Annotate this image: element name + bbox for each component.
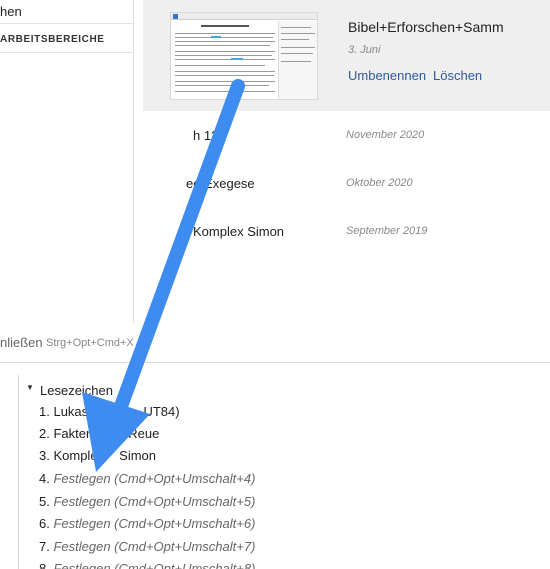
thumbnail-heading [201, 25, 249, 27]
workspace-name: h 12 [193, 128, 219, 143]
thumbnail-text-line [175, 91, 275, 92]
thumbnail-side-line [281, 47, 315, 48]
workspace-name: Komplex Simon [193, 224, 285, 239]
thumbnail-highlight [211, 36, 221, 38]
workspace-date: Oktober 2020 [346, 177, 413, 189]
bookmark-number: 4. [39, 471, 54, 486]
workspace-item[interactable]: eo Exegese Oktober 2020 [143, 176, 550, 224]
bookmark-item[interactable]: 6. Festlegen (Cmd+Opt+Umschalt+6) [39, 516, 255, 536]
thumbnail-text-line [175, 55, 272, 56]
bookmark-item[interactable]: 5. Festlegen (Cmd+Opt+Umschalt+5) [39, 494, 255, 514]
thumbnail-text-line [175, 37, 273, 38]
bookmarks-title: Lesezeichen [40, 383, 113, 398]
thumbnail-toolbar [171, 13, 317, 20]
thumbnail-text-line [175, 65, 265, 66]
bookmark-number: 3. [39, 448, 54, 463]
thumbnail-text-line [175, 75, 274, 76]
workspace-date: 3. Juni [348, 44, 381, 56]
workspace-list: Bibel+Erforschen+Samm 3. Juni Umbenennen… [143, 0, 550, 265]
bookmark-number: 5. [39, 494, 54, 509]
thumbnail-text-line [175, 71, 275, 72]
workspace-name: eo Exegese [186, 176, 255, 191]
app-logo-icon [173, 14, 178, 19]
workspace-item-selected[interactable]: Bibel+Erforschen+Samm 3. Juni Umbenennen… [143, 0, 550, 111]
bookmark-number: 6. [39, 516, 54, 531]
thumbnail-text-line [175, 81, 275, 82]
bookmark-number: 2. [39, 426, 54, 441]
delete-link[interactable]: Löschen [433, 68, 482, 83]
bookmark-text: Lukas 22, [53, 404, 110, 419]
bookmark-text: Komple [53, 448, 98, 463]
bookmark-text-suffix: | Reue [121, 426, 160, 441]
thumbnail-side-line [281, 53, 313, 54]
workspace-date: November 2020 [346, 129, 425, 141]
disclosure-triangle-icon[interactable]: ▼ [26, 383, 34, 392]
thumbnail-text-line [175, 85, 269, 86]
bookmark-number: 8. [39, 561, 54, 569]
bookmark-text-suffix: Simon [119, 448, 157, 463]
bookmark-text: Festlegen (Cmd+Opt+Umschalt+7) [53, 539, 256, 554]
bookmark-text: Festlegen (Cmd+Opt+Umschalt+8) [53, 561, 256, 569]
bookmark-item[interactable]: 3. Komple Simon [39, 448, 156, 468]
divider [0, 52, 133, 53]
sidebar-section-heading: ARBEITSBEREICHE [0, 34, 105, 45]
sidebar-row-label: hen [0, 4, 22, 19]
shortcut-keys: Strg+Opt+Cmd+X [46, 337, 134, 349]
thumbnail-highlight [231, 58, 243, 60]
thumbnail-text-line [175, 45, 270, 46]
workspace-item[interactable]: Komplex Simon September 2019 [143, 224, 550, 272]
bookmark-item[interactable]: 8. Festlegen (Cmd+Opt+Umschalt+8) [39, 561, 255, 569]
bookmark-item[interactable]: 2. Faktenbu | Reue [39, 426, 159, 446]
close-label: nließen [0, 335, 43, 350]
thumbnail-side-line [281, 61, 311, 62]
bookmark-item[interactable]: 7. Festlegen (Cmd+Opt+Umschalt+7) [39, 539, 255, 559]
bookmark-text-suffix: UT84) [143, 404, 180, 419]
bookmark-number: 7. [39, 539, 54, 554]
workspace-thumbnail[interactable] [170, 12, 318, 100]
panel-gutter [18, 375, 19, 569]
thumbnail-side-line [281, 27, 311, 28]
workspace-title: Bibel+Erforschen+Samm [348, 19, 504, 35]
sidebar-row[interactable]: hen [0, 0, 133, 24]
thumbnail-text-line [175, 51, 275, 52]
bookmark-text: Festlegen (Cmd+Opt+Umschalt+4) [53, 471, 256, 486]
close-shortcut-row[interactable]: nließen Strg+Opt+Cmd+X [0, 333, 300, 355]
bookmark-item[interactable]: 4. Festlegen (Cmd+Opt+Umschalt+4) [39, 471, 255, 491]
bookmark-text: Festlegen (Cmd+Opt+Umschalt+5) [53, 494, 256, 509]
bookmark-number: 1. [39, 404, 54, 419]
thumbnail-side-line [281, 33, 315, 34]
thumbnail-side-line [281, 39, 309, 40]
thumbnail-text-line [175, 33, 275, 34]
bookmark-text: Faktenbu [53, 426, 108, 441]
bookmark-item[interactable]: 1. Lukas 22, UT84) [39, 404, 180, 424]
thumbnail-text-line [175, 59, 275, 60]
workspace-item[interactable]: h 12 November 2020 [143, 128, 550, 176]
bookmark-text: Festlegen (Cmd+Opt+Umschalt+6) [53, 516, 256, 531]
workspace-sidebar: hen ARBEITSBEREICHE [0, 0, 134, 323]
thumbnail-text-line [175, 41, 275, 42]
workspace-date: September 2019 [346, 225, 428, 237]
rename-link[interactable]: Umbenennen [348, 68, 426, 83]
